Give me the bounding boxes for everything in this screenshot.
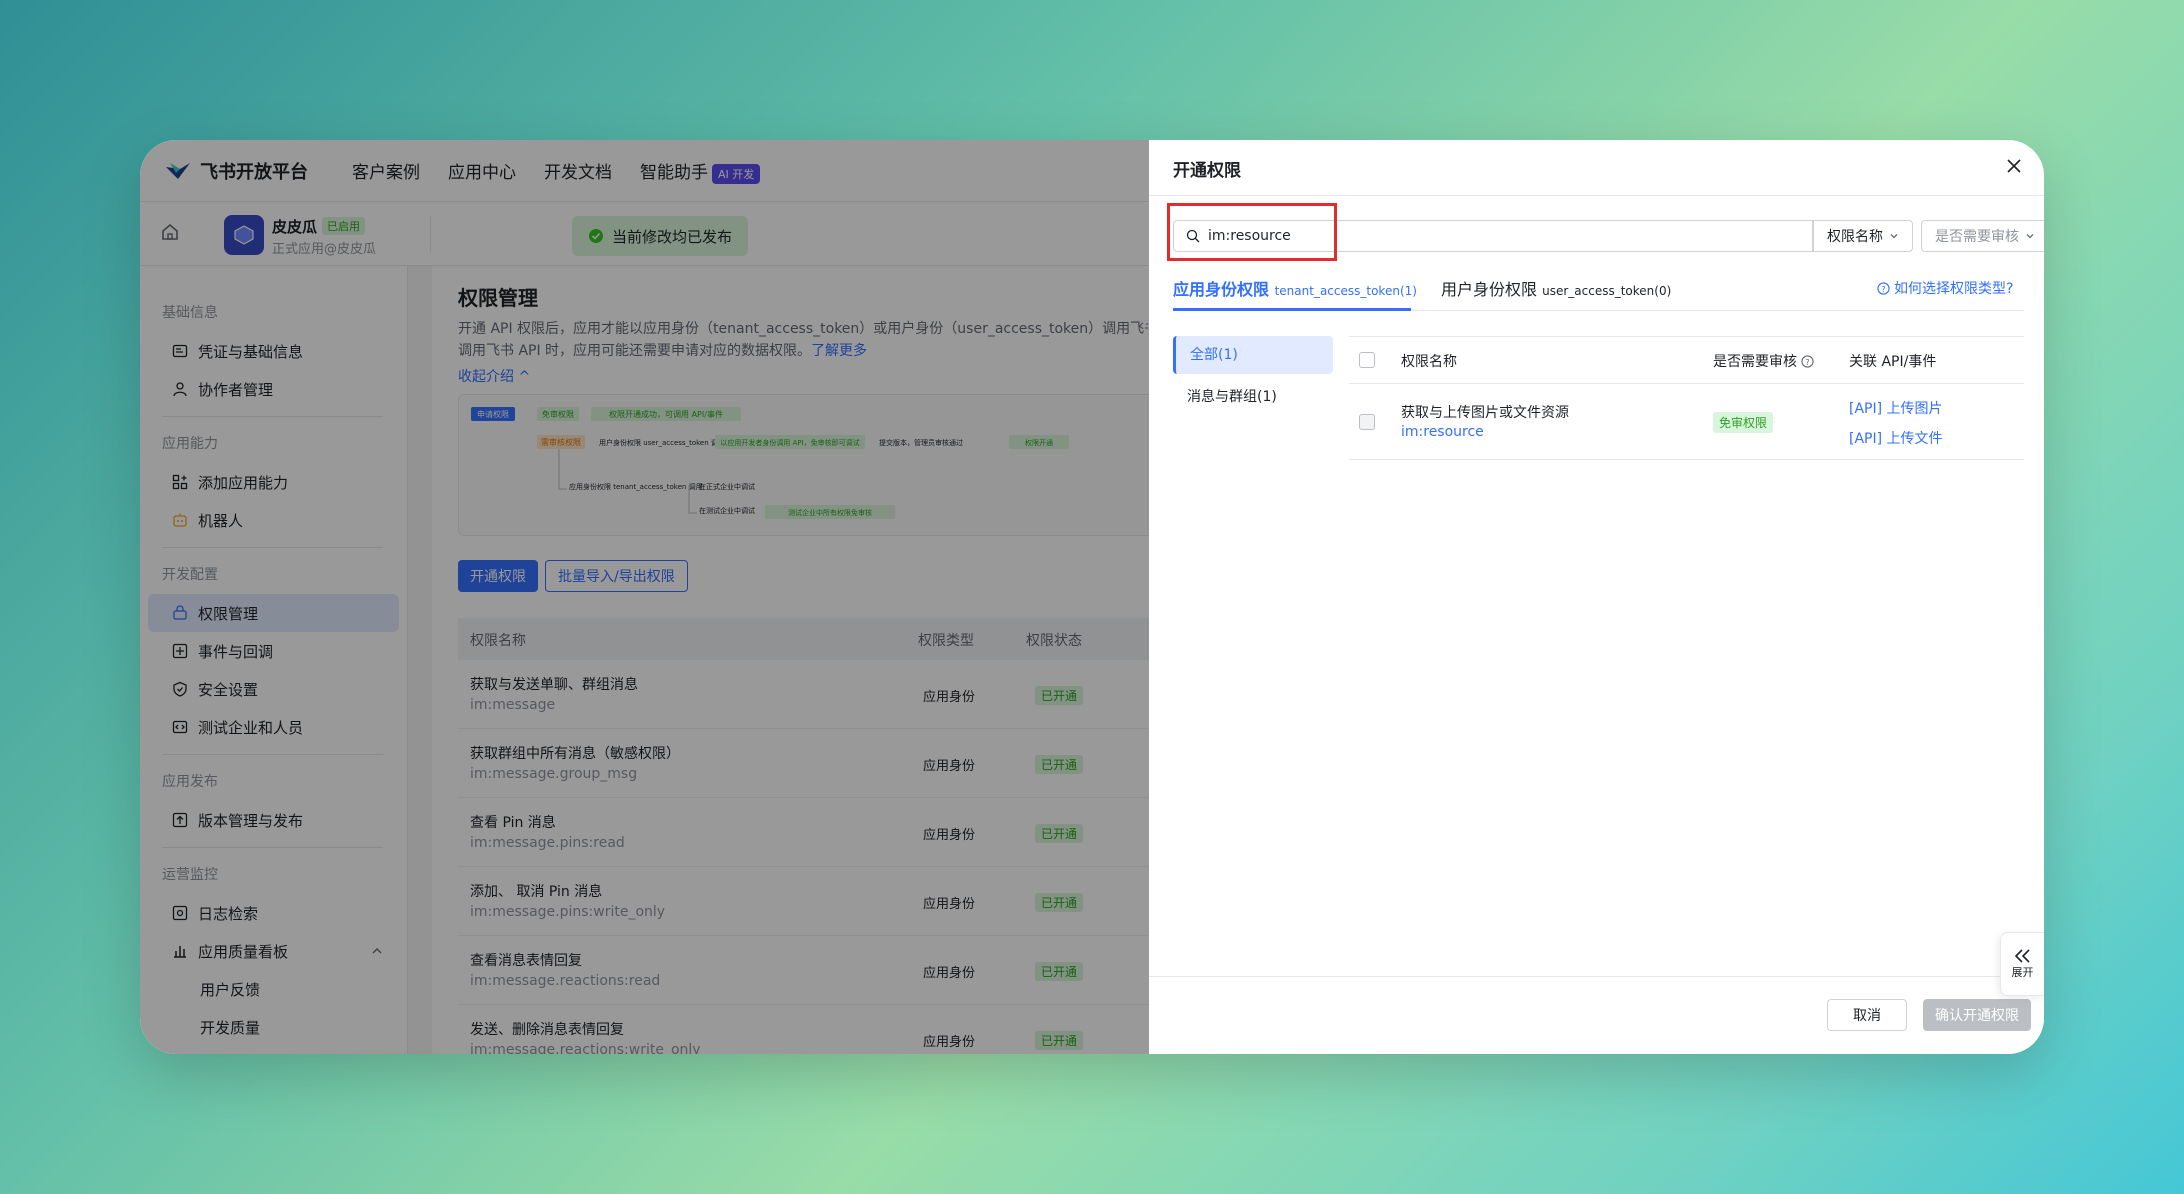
- tab-app-identity[interactable]: 应用身份权限 tenant_access_token(1): [1173, 276, 1417, 300]
- expand-label: 展开: [2011, 966, 2034, 979]
- how-to-choose-label: 如何选择权限类型?: [1894, 281, 2014, 297]
- confirm-open-button[interactable]: 确认开通权限: [1923, 999, 2031, 1031]
- api-link-upload-file[interactable]: [API] 上传文件: [1849, 428, 1943, 448]
- search-field-select[interactable]: 权限名称: [1813, 220, 1913, 252]
- col-related-api: 关联 API/事件: [1849, 354, 1937, 370]
- svg-text:?: ?: [1805, 356, 1809, 366]
- divider: [1149, 195, 2044, 196]
- tab-label: 用户身份权限: [1441, 280, 1538, 299]
- console-background: 飞书开放平台 客户案例 应用中心 开发文档 智能助手 AI 开发 皮皮瓜 已启用 …: [140, 140, 1149, 1054]
- tab-label: 应用身份权限: [1173, 280, 1270, 299]
- svg-text:?: ?: [1881, 283, 1885, 293]
- table-row[interactable]: 获取与上传图片或文件资源 im:resource 免审权限 [API] 上传图片…: [1349, 384, 2024, 460]
- col-review-required: 是否需要审核?: [1713, 351, 1814, 371]
- col-review-required-label: 是否需要审核: [1713, 354, 1797, 370]
- permission-code: im:resource: [1401, 424, 1484, 440]
- api-link-upload-image[interactable]: [API] 上传图片: [1849, 398, 1943, 418]
- drawer-title: 开通权限: [1173, 161, 1241, 181]
- row-checkbox[interactable]: [1359, 414, 1375, 430]
- tab-token: user_access_token(0): [1542, 284, 1672, 298]
- active-tab-indicator: [1173, 308, 1411, 311]
- expand-button[interactable]: 展开: [2000, 932, 2044, 996]
- review-filter-placeholder: 是否需要审核: [1935, 229, 2019, 245]
- app-window: 飞书开放平台 客户案例 应用中心 开发文档 智能助手 AI 开发 皮皮瓜 已启用 …: [140, 140, 2044, 1054]
- close-icon[interactable]: [2004, 156, 2024, 176]
- select-all-checkbox[interactable]: [1359, 352, 1375, 368]
- category-all[interactable]: 全部(1): [1173, 336, 1333, 374]
- double-chevron-left-icon: [2013, 948, 2033, 964]
- help-icon[interactable]: ?: [1801, 354, 1814, 368]
- open-permission-drawer: 开通权限 权限名称 是否需要审核 应用身份权限 tenant_access_to…: [1149, 140, 2044, 1054]
- how-to-choose-link[interactable]: ? 如何选择权限类型?: [1877, 278, 2013, 298]
- chevron-down-icon: [2025, 231, 2035, 241]
- tab-user-identity[interactable]: 用户身份权限 user_access_token(0): [1441, 276, 1671, 300]
- tab-token: tenant_access_token(1): [1274, 284, 1417, 298]
- footer-divider: [1149, 976, 2044, 977]
- category-messages-groups[interactable]: 消息与群组(1): [1173, 378, 1333, 416]
- highlight-box: [1167, 203, 1337, 261]
- help-icon: ?: [1877, 281, 1890, 295]
- review-filter-select[interactable]: 是否需要审核: [1921, 220, 2044, 252]
- col-permission-name: 权限名称: [1401, 354, 1457, 370]
- review-badge: 免审权限: [1713, 412, 1774, 433]
- chevron-down-icon: [1889, 231, 1899, 241]
- modal-overlay[interactable]: [140, 140, 1149, 1054]
- search-field-select-value: 权限名称: [1827, 229, 1883, 245]
- permission-name: 获取与上传图片或文件资源: [1401, 405, 1569, 421]
- cancel-button[interactable]: 取消: [1827, 999, 1907, 1031]
- permission-list-header: 权限名称 是否需要审核? 关联 API/事件: [1349, 336, 2024, 384]
